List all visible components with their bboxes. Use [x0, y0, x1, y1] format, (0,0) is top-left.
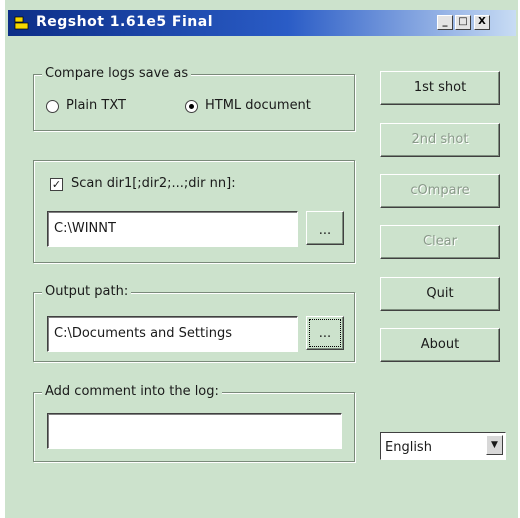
- html-document-label[interactable]: HTML document: [205, 98, 311, 113]
- first-shot-button[interactable]: 1st shot: [380, 71, 500, 105]
- title-bar[interactable]: Regshot 1.61e5 Final _ □ X: [8, 10, 516, 36]
- html-document-radio[interactable]: [185, 100, 198, 113]
- compare-save-group: Compare logs save as Plain TXT HTML docu…: [33, 66, 355, 131]
- compare-button[interactable]: cOmpare: [380, 174, 500, 208]
- scan-dir-group: ✓ Scan dir1[;dir2;...;dir nn]: C:\WINNT …: [33, 160, 355, 263]
- output-path-group: Output path: C:\Documents and Settings .…: [33, 284, 355, 362]
- comment-input[interactable]: [47, 413, 342, 449]
- clear-button[interactable]: Clear: [380, 225, 500, 259]
- regshot-app-icon: [14, 16, 29, 30]
- scan-dir-checkbox[interactable]: ✓: [50, 178, 63, 191]
- compare-save-legend: Compare logs save as: [42, 66, 192, 81]
- about-button[interactable]: About: [380, 328, 500, 362]
- language-selected-value: English: [385, 440, 432, 455]
- maximize-button[interactable]: □: [455, 15, 471, 30]
- close-button[interactable]: X: [474, 15, 490, 30]
- plain-txt-label[interactable]: Plain TXT: [66, 98, 126, 113]
- minimize-button[interactable]: _: [437, 15, 453, 30]
- output-path-legend: Output path:: [42, 284, 132, 299]
- output-path-input[interactable]: C:\Documents and Settings: [47, 316, 298, 352]
- scan-dir-label[interactable]: Scan dir1[;dir2;...;dir nn]:: [71, 176, 236, 191]
- comment-legend: Add comment into the log:: [42, 384, 222, 399]
- quit-button[interactable]: Quit: [380, 277, 500, 311]
- scan-dir-input[interactable]: C:\WINNT: [47, 211, 298, 247]
- regshot-window: Regshot 1.61e5 Final _ □ X Compare logs …: [5, 0, 518, 518]
- plain-txt-radio[interactable]: [46, 100, 59, 113]
- language-select[interactable]: English ▼: [380, 432, 506, 460]
- window-title: Regshot 1.61e5 Final: [36, 14, 214, 30]
- scan-dir-browse-button[interactable]: ...: [306, 211, 344, 245]
- comment-group: Add comment into the log:: [33, 384, 355, 462]
- dropdown-arrow-icon[interactable]: ▼: [486, 435, 503, 455]
- output-path-browse-button[interactable]: ...: [306, 316, 344, 350]
- second-shot-button[interactable]: 2nd shot: [380, 123, 500, 157]
